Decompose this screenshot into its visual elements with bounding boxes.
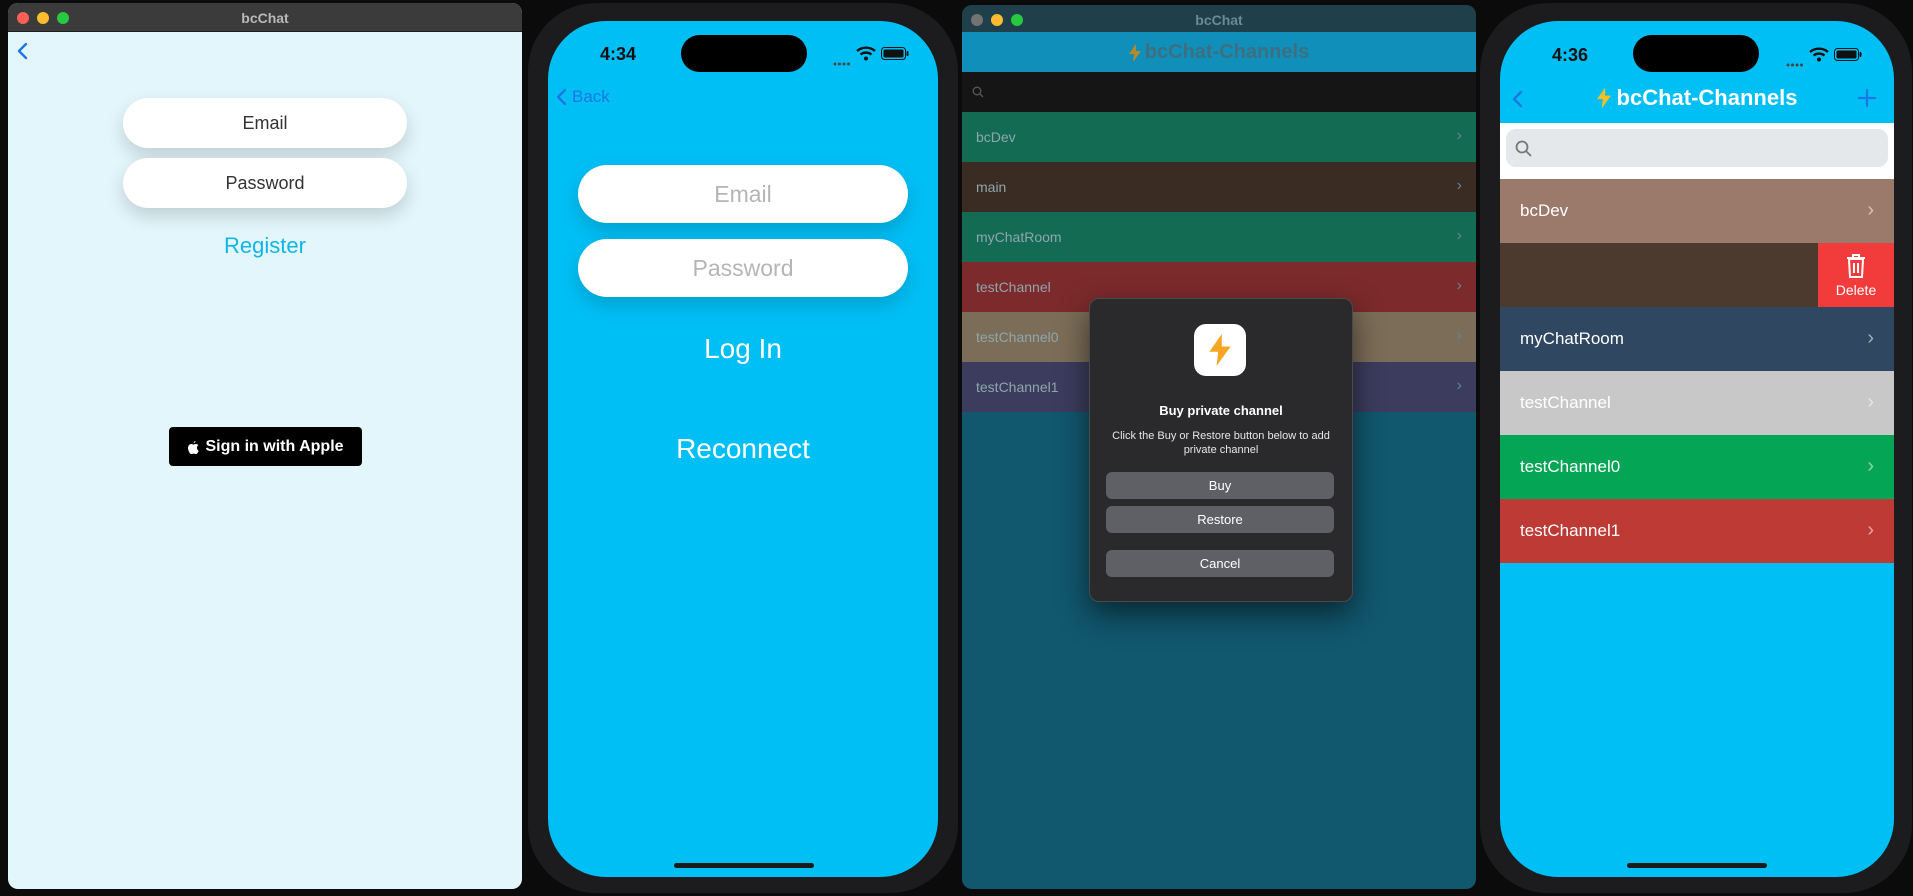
sign-in-with-apple-button[interactable]: Sign in with Apple bbox=[169, 427, 362, 466]
mac-channels-window: bcChat bcChat-Channels bcDev › main › myChat… bbox=[962, 5, 1476, 889]
channel-name: testChannel bbox=[976, 279, 1051, 295]
window-title: bcChat bbox=[241, 10, 289, 26]
nav-title: bcChat-Channels bbox=[962, 41, 1476, 64]
trash-icon bbox=[1847, 253, 1865, 278]
alert-message: Click the Buy or Restore button below to… bbox=[1112, 430, 1330, 456]
chevron-right-icon: › bbox=[1456, 327, 1462, 344]
channel-row[interactable]: bcDev › bbox=[962, 112, 1476, 162]
password-field[interactable]: Password bbox=[578, 239, 908, 297]
app-icon bbox=[1194, 324, 1246, 376]
channel-row[interactable]: testChannel › bbox=[1500, 371, 1894, 435]
lightning-bolt-icon bbox=[1128, 43, 1141, 62]
channel-row[interactable]: myChatRoom › bbox=[1500, 307, 1894, 371]
signal-icon bbox=[1786, 55, 1804, 73]
channel-row[interactable]: testChannel1 › bbox=[1500, 499, 1894, 563]
dynamic-island bbox=[1633, 35, 1759, 72]
email-placeholder: Email bbox=[714, 180, 772, 207]
channel-name: main bbox=[976, 179, 1007, 195]
chevron-right-icon: › bbox=[1456, 377, 1462, 394]
register-button[interactable]: Register bbox=[8, 233, 522, 259]
chevron-right-icon: › bbox=[1867, 327, 1874, 349]
back-button[interactable]: Back bbox=[556, 87, 610, 107]
apple-logo-icon bbox=[188, 440, 200, 454]
channel-row[interactable]: myChatRoom › bbox=[962, 212, 1476, 262]
battery-icon bbox=[881, 47, 909, 65]
alert-title: Buy private channel bbox=[1159, 403, 1283, 418]
chevron-right-icon: › bbox=[1456, 227, 1462, 244]
cancel-button[interactable]: Cancel bbox=[1106, 550, 1334, 577]
chevron-left-icon bbox=[17, 42, 28, 60]
window-titlebar: bcChat bbox=[962, 5, 1476, 33]
chevron-right-icon: › bbox=[1867, 519, 1874, 541]
channel-name: myChatRoom bbox=[1520, 329, 1624, 348]
iphone-frame-login: 4:34 Back Email Password Log In Reconnec… bbox=[528, 3, 958, 893]
apple-button-label: Sign in with Apple bbox=[205, 437, 344, 455]
lightning-bolt-icon bbox=[1209, 334, 1231, 366]
mac-login-window: bcChat Email Password Register Sign in w… bbox=[8, 3, 522, 889]
nav-title: bcChat-Channels bbox=[1500, 85, 1894, 111]
back-button[interactable] bbox=[16, 41, 30, 66]
navigation-bar: bcChat-Channels bbox=[962, 32, 1476, 72]
nav-title-text: bcChat-Channels bbox=[1144, 41, 1310, 63]
buy-button[interactable]: Buy bbox=[1106, 472, 1334, 499]
search-icon bbox=[1515, 140, 1532, 157]
chevron-right-icon: › bbox=[1867, 199, 1874, 221]
chevron-right-icon: › bbox=[1867, 391, 1874, 413]
channel-name: testChannel0 bbox=[976, 329, 1059, 345]
login-screen: 4:34 Back Email Password Log In Reconnec… bbox=[548, 21, 938, 877]
password-placeholder: Password bbox=[225, 172, 305, 193]
dynamic-island bbox=[681, 35, 807, 72]
channel-name: bcDev bbox=[976, 129, 1016, 145]
channel-name: testChannel0 bbox=[1520, 457, 1621, 476]
password-field[interactable]: Password bbox=[123, 158, 407, 208]
chevron-right-icon: › bbox=[1456, 127, 1462, 144]
window-titlebar: bcChat bbox=[8, 3, 522, 32]
channel-row[interactable]: bcDev › bbox=[1500, 179, 1894, 243]
iphone-frame-channels: 4:36 bcChat-Channels bcDev › myChatRoom › te… bbox=[1480, 3, 1912, 893]
delete-swipe-action[interactable]: Delete bbox=[1818, 243, 1894, 307]
chevron-right-icon: › bbox=[1456, 177, 1462, 194]
channel-name: myChatRoom bbox=[976, 229, 1062, 245]
status-time: 4:34 bbox=[600, 44, 637, 64]
buy-channel-alert: Buy private channel Click the Buy or Res… bbox=[1089, 298, 1353, 602]
window-title: bcChat bbox=[1195, 12, 1243, 28]
email-placeholder: Email bbox=[242, 112, 288, 133]
reconnect-button[interactable]: Reconnect bbox=[548, 433, 938, 465]
nav-title-text: bcChat-Channels bbox=[1616, 85, 1798, 110]
email-field[interactable]: Email bbox=[578, 165, 908, 223]
back-label: Back bbox=[572, 87, 610, 106]
battery-icon bbox=[1834, 48, 1862, 66]
plus-icon bbox=[1857, 88, 1877, 108]
delete-label: Delete bbox=[1835, 281, 1877, 298]
email-field[interactable]: Email bbox=[123, 98, 407, 148]
login-button[interactable]: Log In bbox=[548, 333, 938, 365]
channel-name: bcDev bbox=[1520, 201, 1569, 220]
wifi-icon bbox=[1809, 46, 1829, 67]
home-indicator bbox=[674, 863, 814, 868]
search-icon bbox=[972, 86, 984, 98]
lightning-bolt-icon bbox=[1596, 87, 1611, 109]
chevron-right-icon: › bbox=[1456, 277, 1462, 294]
password-placeholder: Password bbox=[692, 254, 794, 281]
channels-screen: 4:36 bcChat-Channels bcDev › myChatRoom › te… bbox=[1500, 21, 1894, 877]
restore-button[interactable]: Restore bbox=[1106, 506, 1334, 533]
search-field[interactable] bbox=[1506, 129, 1888, 167]
wifi-icon bbox=[856, 45, 876, 66]
channel-name: testChannel1 bbox=[976, 379, 1059, 395]
signal-icon bbox=[833, 54, 851, 72]
chevron-left-icon bbox=[556, 88, 567, 106]
channel-row[interactable]: testChannel0 › bbox=[1500, 435, 1894, 499]
chevron-right-icon: › bbox=[1867, 455, 1874, 477]
channel-name: testChannel1 bbox=[1520, 521, 1621, 540]
status-time: 4:36 bbox=[1552, 45, 1589, 65]
channel-row[interactable]: main › bbox=[962, 162, 1476, 212]
add-channel-button[interactable] bbox=[1856, 87, 1878, 114]
channel-name: testChannel bbox=[1520, 393, 1611, 412]
home-indicator bbox=[1627, 863, 1767, 868]
search-container bbox=[1500, 123, 1894, 179]
search-bar[interactable] bbox=[962, 72, 1476, 112]
